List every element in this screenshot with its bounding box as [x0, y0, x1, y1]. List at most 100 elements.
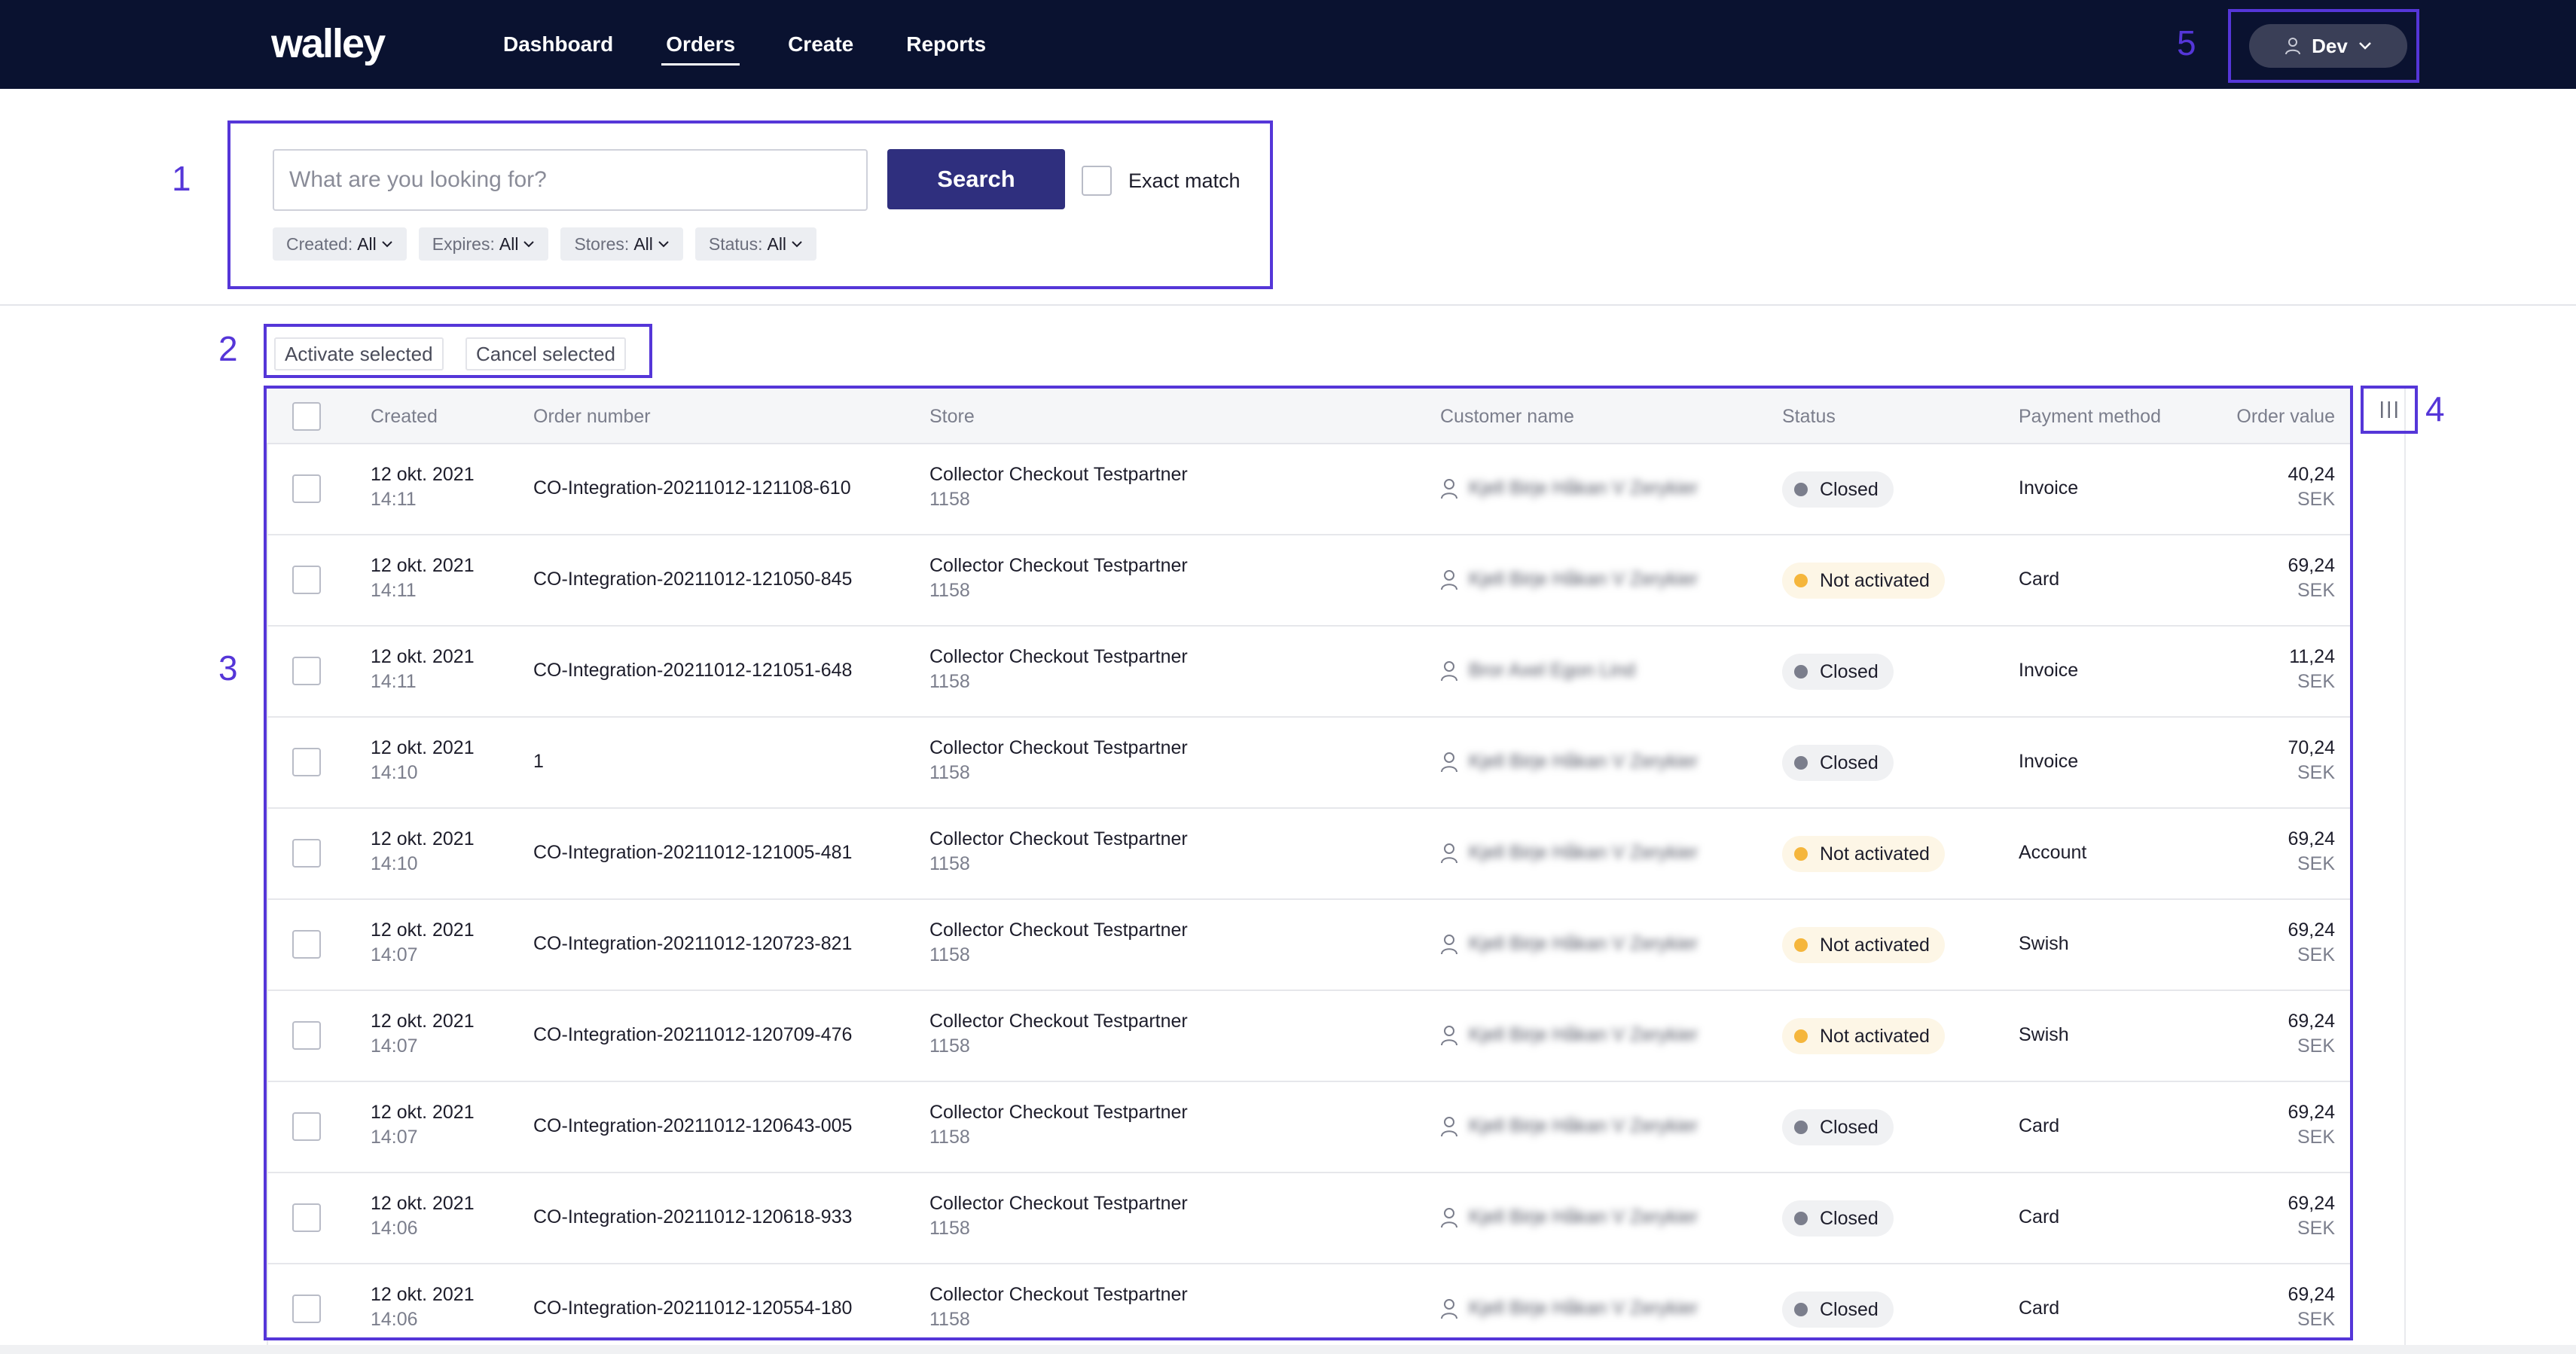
customer-name: Kjell Birje Håkan V Zerykier [1469, 842, 1699, 863]
header-payment-method[interactable]: Payment method [2019, 389, 2161, 444]
row-checkbox[interactable] [292, 1112, 321, 1141]
row-checkbox[interactable] [292, 657, 321, 685]
status-badge: Closed [1782, 1200, 1894, 1237]
store-name: Collector Checkout Testpartner [929, 1011, 1188, 1032]
order-value-cell: 69,24 SEK [2288, 919, 2335, 966]
order-number-link[interactable]: CO-Integration-20211012-120709-476 [533, 1024, 852, 1046]
cancel-selected-button[interactable]: Cancel selected [465, 337, 626, 371]
chevron-down-icon [382, 241, 392, 248]
header-store[interactable]: Store [929, 389, 975, 444]
header-created[interactable]: Created [371, 389, 438, 444]
row-checkbox[interactable] [292, 1295, 321, 1323]
activate-selected-button[interactable]: Activate selected [274, 337, 444, 371]
order-value-cell: 70,24 SEK [2288, 737, 2335, 784]
user-icon [2285, 38, 2301, 55]
annotation-1: 1 [172, 159, 191, 198]
table-row[interactable]: 12 okt. 2021 14:07 CO-Integration-202110… [267, 991, 2350, 1082]
nav-item-dashboard[interactable]: Dashboard [482, 0, 634, 89]
row-checkbox[interactable] [292, 930, 321, 959]
status-dot [1794, 1212, 1808, 1225]
row-checkbox[interactable] [292, 1203, 321, 1232]
main-nav: Dashboard Orders Create Reports [482, 0, 1018, 89]
walley-logo[interactable]: walley [271, 18, 429, 71]
customer-name: Kjell Birje Håkan V Zerykier [1469, 1298, 1699, 1319]
store-id: 1158 [929, 1127, 970, 1148]
filter-expires[interactable]: Expires: All [418, 227, 549, 261]
payment-method: Card [2019, 569, 2060, 590]
header-status[interactable]: Status [1782, 389, 1836, 444]
user-menu-button[interactable]: Dev [2249, 24, 2407, 68]
select-all-checkbox[interactable] [292, 402, 321, 431]
table-row[interactable]: 12 okt. 2021 14:06 CO-Integration-202110… [267, 1173, 2350, 1264]
store-cell: Collector Checkout Testpartner 1158 [929, 1193, 1188, 1240]
filter-key: Created: [286, 233, 353, 254]
store-id: 1158 [929, 580, 970, 601]
order-amount: 69,24 [2288, 555, 2335, 576]
order-number-link[interactable]: CO-Integration-20211012-120554-180 [533, 1298, 852, 1319]
table-row[interactable]: 12 okt. 2021 14:11 CO-Integration-202110… [267, 535, 2350, 627]
table-row[interactable]: 12 okt. 2021 14:10 1 Collector Checkout … [267, 718, 2350, 809]
logo-text: walley [271, 21, 386, 66]
status-badge: Closed [1782, 654, 1894, 690]
customer-name: Bror Axel Egon Lind [1469, 660, 1635, 681]
created-cell: 12 okt. 2021 14:07 [371, 1011, 475, 1057]
nav-item-reports[interactable]: Reports [885, 0, 1007, 89]
order-number-link[interactable]: CO-Integration-20211012-120723-821 [533, 933, 852, 955]
row-checkbox[interactable] [292, 839, 321, 868]
filter-stores[interactable]: Stores: All [560, 227, 683, 261]
table-row[interactable]: 12 okt. 2021 14:10 CO-Integration-202110… [267, 809, 2350, 900]
order-amount: 69,24 [2288, 1011, 2335, 1032]
header-order-number[interactable]: Order number [533, 389, 651, 444]
table-row[interactable]: 12 okt. 2021 14:07 CO-Integration-202110… [267, 1082, 2350, 1173]
order-number-link[interactable]: CO-Integration-20211012-121108-610 [533, 477, 851, 499]
status-label: Closed [1820, 478, 1879, 500]
created-date: 12 okt. 2021 [371, 1193, 475, 1214]
payment-method: Invoice [2019, 477, 2079, 499]
nav-item-orders[interactable]: Orders [645, 0, 756, 89]
row-checkbox[interactable] [292, 1021, 321, 1050]
store-id: 1158 [929, 944, 970, 965]
created-cell: 12 okt. 2021 14:06 [371, 1284, 475, 1331]
order-number-link[interactable]: CO-Integration-20211012-121051-648 [533, 660, 852, 682]
column-settings-button[interactable] [2361, 386, 2418, 434]
chevron-down-icon [792, 241, 802, 248]
user-icon [1441, 569, 1457, 590]
table-row[interactable]: 12 okt. 2021 14:06 CO-Integration-202110… [267, 1264, 2350, 1337]
table-row[interactable]: 12 okt. 2021 14:11 CO-Integration-202110… [267, 444, 2350, 535]
filter-created[interactable]: Created: All [273, 227, 407, 261]
table-row[interactable]: 12 okt. 2021 14:11 CO-Integration-202110… [267, 627, 2350, 718]
order-value-cell: 69,24 SEK [2288, 1284, 2335, 1331]
filter-value: All [357, 233, 377, 254]
filter-status[interactable]: Status: All [694, 227, 817, 261]
order-number-link[interactable]: CO-Integration-20211012-121005-481 [533, 842, 852, 864]
customer-cell: Kjell Birje Håkan V Zerykier [1440, 1298, 1698, 1319]
created-cell: 12 okt. 2021 14:10 [371, 828, 475, 875]
table-row[interactable]: 12 okt. 2021 14:07 CO-Integration-202110… [267, 900, 2350, 991]
order-number-link[interactable]: 1 [533, 751, 544, 773]
status-badge: Closed [1782, 745, 1894, 781]
header-customer-name[interactable]: Customer name [1440, 389, 1574, 444]
created-time: 14:07 [371, 1127, 418, 1148]
exact-match-checkbox[interactable] [1082, 166, 1112, 196]
payment-method: Card [2019, 1298, 2060, 1319]
order-number-link[interactable]: CO-Integration-20211012-120618-933 [533, 1206, 852, 1228]
user-icon [1441, 1025, 1457, 1045]
row-checkbox[interactable] [292, 474, 321, 503]
created-cell: 12 okt. 2021 14:06 [371, 1193, 475, 1240]
order-number-link[interactable]: CO-Integration-20211012-121050-845 [533, 569, 852, 590]
row-checkbox[interactable] [292, 748, 321, 776]
row-checkbox[interactable] [292, 566, 321, 594]
header-order-value[interactable]: Order value [2236, 389, 2335, 444]
store-name: Collector Checkout Testpartner [929, 828, 1188, 849]
order-amount: 69,24 [2288, 1193, 2335, 1214]
search-input[interactable] [273, 149, 868, 211]
created-time: 14:07 [371, 944, 418, 965]
search-button[interactable]: Search [887, 149, 1065, 209]
store-cell: Collector Checkout Testpartner 1158 [929, 1011, 1188, 1057]
status-badge: Not activated [1782, 927, 1945, 963]
exact-match-option[interactable]: Exact match [1082, 166, 1241, 196]
order-number-link[interactable]: CO-Integration-20211012-120643-005 [533, 1115, 852, 1137]
chevron-down-icon [523, 241, 535, 248]
created-date: 12 okt. 2021 [371, 1284, 475, 1305]
nav-item-create[interactable]: Create [767, 0, 874, 89]
